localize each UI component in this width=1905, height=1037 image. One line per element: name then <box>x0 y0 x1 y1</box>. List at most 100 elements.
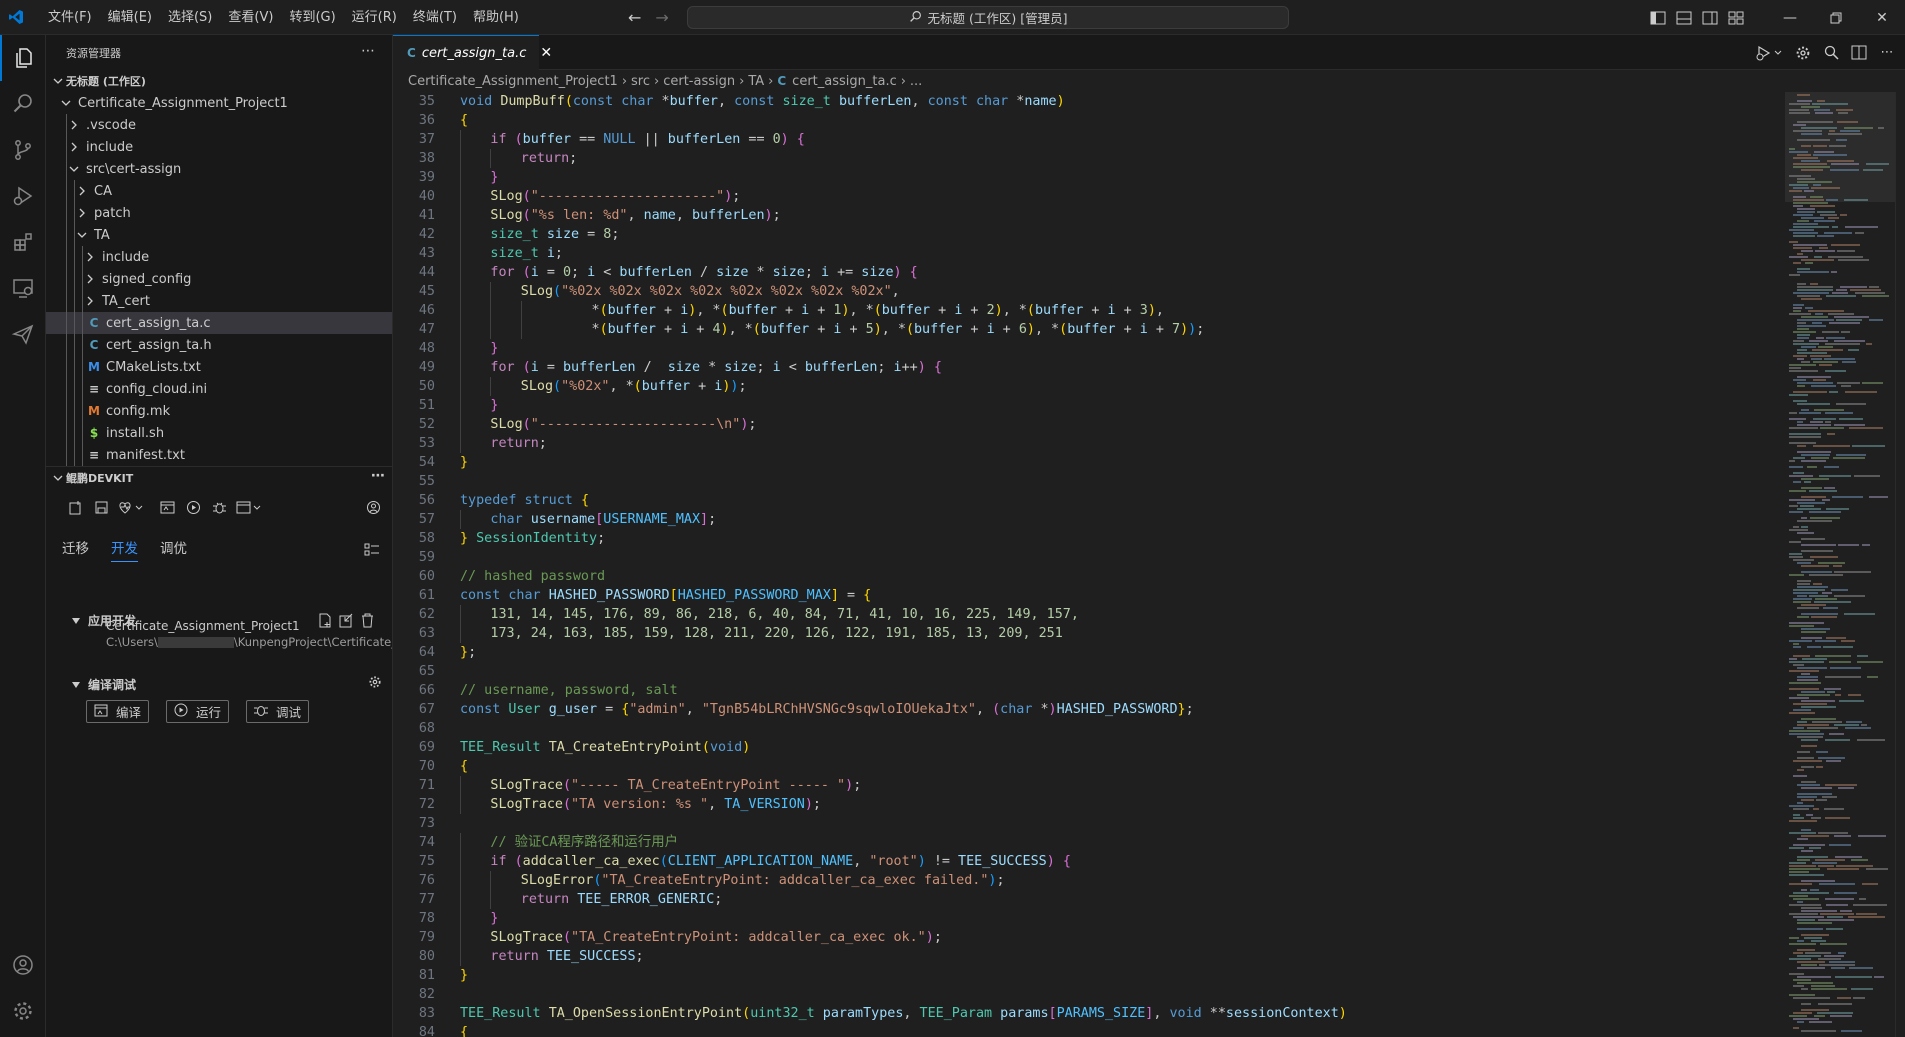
devkit-header[interactable]: 鲲鹏DEVKIT ⋯ <box>46 466 392 488</box>
tree-item-cert-assign-ta-h[interactable]: Ccert_assign_ta.h <box>46 334 392 356</box>
split-editor-icon[interactable] <box>1847 41 1871 65</box>
tab-migrate[interactable]: 迁移 <box>62 537 89 562</box>
tab-develop[interactable]: 开发 <box>111 537 138 562</box>
code-line: 55 <box>393 472 1785 491</box>
editor-tab-cert-assign-ta-c[interactable]: C cert_assign_ta.c ✕ <box>393 35 552 70</box>
debug-button[interactable]: 调试 <box>246 700 309 723</box>
health-check-dropdown-icon[interactable] <box>116 496 146 518</box>
menu-edit[interactable]: 编辑(E) <box>100 0 160 35</box>
close-tab-icon[interactable]: ✕ <box>540 45 552 61</box>
explorer-icon[interactable] <box>0 35 46 81</box>
debug-bug-icon[interactable] <box>208 496 230 518</box>
tree-item-src-cert-assign[interactable]: src\cert-assign <box>46 158 392 180</box>
run-file-dropdown-icon[interactable] <box>1753 41 1787 65</box>
minimap-line <box>1811 187 1840 189</box>
tree-item-ta-cert[interactable]: TA_cert <box>46 290 392 312</box>
code-text: } <box>490 170 499 185</box>
breadcrumb-project[interactable]: Certificate_Assignment_Project1 <box>408 74 618 89</box>
menu-help[interactable]: 帮助(H) <box>465 0 527 35</box>
tree-item-signed-config[interactable]: signed_config <box>46 268 392 290</box>
user-profile-icon[interactable] <box>362 496 384 518</box>
line-number: 62 <box>418 607 435 622</box>
minimap-line <box>1829 661 1851 663</box>
menu-terminal[interactable]: 终端(T) <box>405 0 465 35</box>
minimap-line <box>1789 553 1802 555</box>
tree-item-cmakelists-txt[interactable]: M CMakeLists.txt <box>46 356 392 378</box>
command-center-search[interactable]: 无标题 (工作区) [管理员] <box>687 6 1289 29</box>
tree-item-ca[interactable]: CA <box>46 180 392 202</box>
tree-item-vscode[interactable]: .vscode <box>46 114 392 136</box>
extensions-icon[interactable] <box>0 219 46 265</box>
tab-tune[interactable]: 调优 <box>160 537 187 562</box>
remote-explorer-icon[interactable] <box>0 265 46 311</box>
tree-item-certificate-assignment-project1[interactable]: Certificate_Assignment_Project1 <box>46 92 392 114</box>
search-icon[interactable] <box>0 81 46 127</box>
restore-icon[interactable] <box>1813 0 1859 35</box>
code-line: 35 void DumpBuff(const char *buffer, cons… <box>393 92 1785 111</box>
tree-item-config-cloud-ini[interactable]: ≡ config_cloud.ini <box>46 378 392 400</box>
menu-run[interactable]: 运行(R) <box>344 0 405 35</box>
settings-gear-icon[interactable] <box>1791 41 1815 65</box>
project-name[interactable]: Certificate_Assignment_Project1 <box>106 619 300 633</box>
breadcrumb-file[interactable]: cert_assign_ta.c <box>792 74 897 89</box>
breadcrumb-src[interactable]: src <box>631 74 650 89</box>
run-button[interactable]: 运行 <box>166 700 229 723</box>
delete-icon[interactable] <box>360 613 375 632</box>
menu-selection[interactable]: 选择(S) <box>160 0 220 35</box>
menu-file[interactable]: 文件(F) <box>40 0 100 35</box>
account-icon[interactable] <box>0 942 46 988</box>
breadcrumb-symbol[interactable]: ... <box>910 74 922 89</box>
more-actions-icon[interactable]: ⋯ <box>1875 41 1899 65</box>
compile-button[interactable]: 编译 <box>86 700 149 723</box>
build-debug-section-header[interactable]: 编译调试 <box>72 673 136 695</box>
vertical-scrollbar[interactable] <box>1895 92 1905 1037</box>
toggle-panel-icon[interactable] <box>1671 0 1697 35</box>
import-project-icon[interactable] <box>339 613 354 632</box>
list-view-icon[interactable] <box>364 543 380 561</box>
breadcrumb-cert-assign[interactable]: cert-assign <box>663 74 735 89</box>
tree-item-ta[interactable]: TA <box>46 224 392 246</box>
devkit-icon[interactable] <box>0 311 46 357</box>
code-editor[interactable]: 35 void DumpBuff(const char *buffer, cons… <box>393 92 1785 1037</box>
tree-item-include[interactable]: include <box>46 246 392 268</box>
minimap-line <box>1813 145 1827 147</box>
build-tool-icon[interactable] <box>156 496 178 518</box>
code-text: SLog("%02x", *(buffer + i)); <box>520 379 747 394</box>
close-icon[interactable]: ✕ <box>1859 0 1905 35</box>
forward-arrow-icon[interactable]: → <box>655 8 668 27</box>
toggle-primary-sidebar-icon[interactable] <box>1645 0 1671 35</box>
deploy-dropdown-icon[interactable] <box>234 496 264 518</box>
run-debug-icon[interactable] <box>0 173 46 219</box>
tree-item-install-sh[interactable]: $ install.sh <box>46 422 392 444</box>
minimap-line <box>1799 412 1821 414</box>
more-actions-icon[interactable]: ⋯ <box>361 43 376 59</box>
search-icon[interactable] <box>1819 41 1843 65</box>
code-text: // hashed password <box>460 569 606 584</box>
customize-layout-icon[interactable] <box>1723 0 1749 35</box>
minimap[interactable] <box>1785 92 1895 1037</box>
tree-item-manifest-txt[interactable]: ≡ manifest.txt <box>46 444 392 466</box>
minimap-line <box>1817 211 1835 213</box>
run-circle-icon[interactable] <box>182 496 204 518</box>
workspace-header[interactable]: 无标题 (工作区) <box>46 70 392 92</box>
tree-item-patch[interactable]: patch <box>46 202 392 224</box>
menu-view[interactable]: 查看(V) <box>220 0 281 35</box>
settings-gear-icon[interactable] <box>0 988 46 1034</box>
breadcrumb-ta[interactable]: TA <box>748 74 764 89</box>
tree-item-config-mk[interactable]: Mconfig.mk <box>46 400 392 422</box>
menu-go[interactable]: 转到(G) <box>281 0 343 35</box>
minimap-line <box>1793 844 1825 846</box>
minimize-icon[interactable]: — <box>1767 0 1813 35</box>
tree-item-cert-assign-ta-c[interactable]: Ccert_assign_ta.c <box>46 312 392 334</box>
back-arrow-icon[interactable]: ← <box>628 8 641 27</box>
tree-item-include[interactable]: include <box>46 136 392 158</box>
new-file-icon[interactable] <box>318 613 333 632</box>
toggle-secondary-sidebar-icon[interactable] <box>1697 0 1723 35</box>
new-project-icon[interactable] <box>64 496 86 518</box>
source-control-icon[interactable] <box>0 127 46 173</box>
settings-gear-icon[interactable] <box>368 675 382 693</box>
save-project-icon[interactable] <box>90 496 112 518</box>
minimap-line <box>1789 712 1815 714</box>
more-actions-icon[interactable]: ⋯ <box>371 468 385 484</box>
minimap-line <box>1820 943 1847 945</box>
